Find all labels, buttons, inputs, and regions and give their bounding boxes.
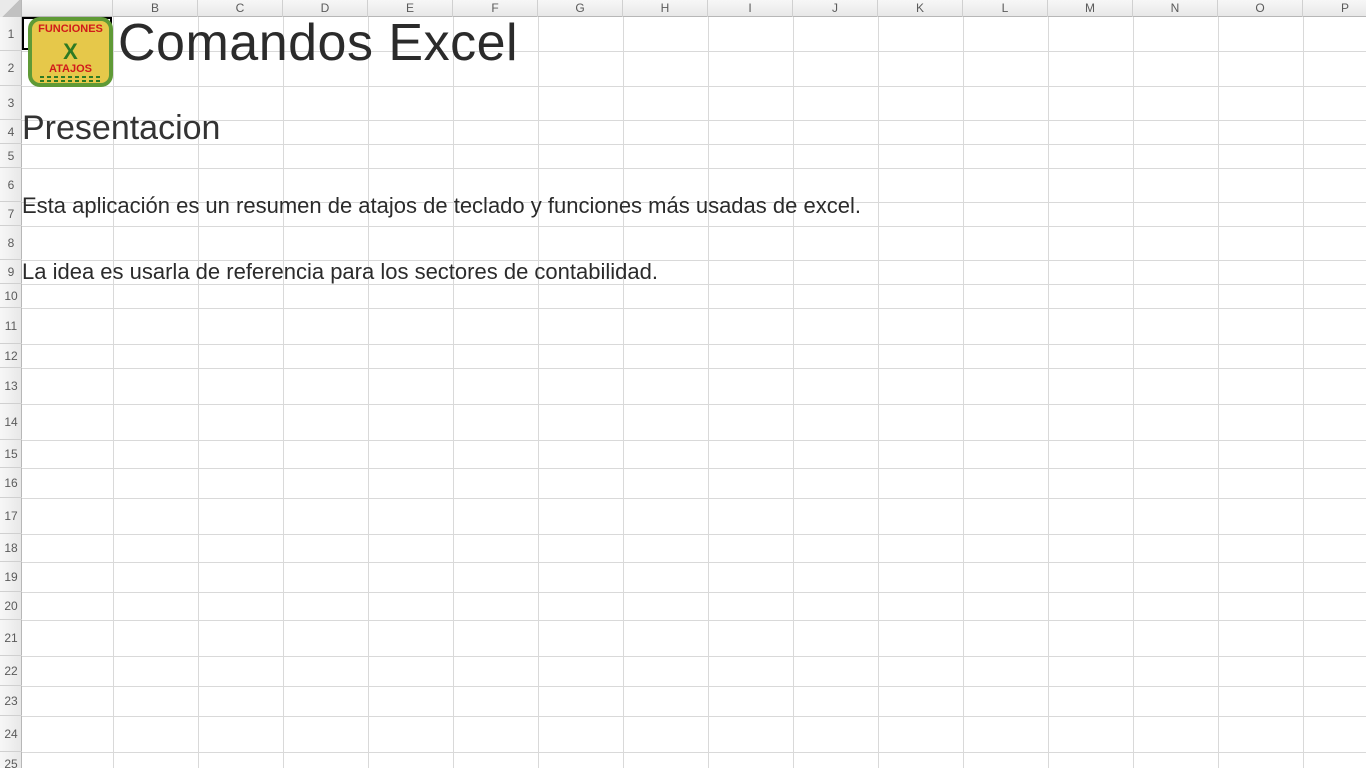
row-header-25[interactable]: 25 <box>0 752 22 768</box>
row-header-3[interactable]: 3 <box>0 86 22 120</box>
column-header-C[interactable]: C <box>198 0 283 17</box>
column-header-N[interactable]: N <box>1133 0 1218 17</box>
column-header-P[interactable]: P <box>1303 0 1366 17</box>
column-header-A[interactable] <box>22 0 113 17</box>
column-header-E[interactable]: E <box>368 0 453 17</box>
column-header-M[interactable]: M <box>1048 0 1133 17</box>
column-header-I[interactable]: I <box>708 0 793 17</box>
grid-vlines <box>22 17 1366 768</box>
app-logo: FUNCIONES X ATAJOS <box>28 17 113 87</box>
logo-top-label: FUNCIONES <box>38 23 103 35</box>
row-header-9[interactable]: 9 <box>0 260 22 284</box>
row-header-14[interactable]: 14 <box>0 404 22 440</box>
row-header-7[interactable]: 7 <box>0 202 22 226</box>
spreadsheet-window: BCDEFGHIJKLMNOP 123456789101112131415161… <box>0 0 1366 768</box>
row-header-column: 1234567891011121314151617181920212223242… <box>0 17 22 768</box>
row-header-16[interactable]: 16 <box>0 468 22 498</box>
row-header-2[interactable]: 2 <box>0 51 22 86</box>
column-header-B[interactable]: B <box>113 0 198 17</box>
row-header-21[interactable]: 21 <box>0 620 22 656</box>
row-header-23[interactable]: 23 <box>0 686 22 716</box>
column-header-H[interactable]: H <box>623 0 708 17</box>
row-header-12[interactable]: 12 <box>0 344 22 368</box>
logo-bottom-label: ATAJOS <box>49 63 92 75</box>
row-header-4[interactable]: 4 <box>0 120 22 144</box>
column-header-K[interactable]: K <box>878 0 963 17</box>
row-header-8[interactable]: 8 <box>0 226 22 260</box>
grid-hlines <box>22 17 1366 768</box>
column-header-G[interactable]: G <box>538 0 623 17</box>
column-header-row: BCDEFGHIJKLMNOP <box>0 0 1366 17</box>
row-header-13[interactable]: 13 <box>0 368 22 404</box>
column-header-J[interactable]: J <box>793 0 878 17</box>
column-header-D[interactable]: D <box>283 0 368 17</box>
column-header-F[interactable]: F <box>453 0 538 17</box>
row-header-20[interactable]: 20 <box>0 592 22 620</box>
column-header-L[interactable]: L <box>963 0 1048 17</box>
row-header-10[interactable]: 10 <box>0 284 22 308</box>
row-header-24[interactable]: 24 <box>0 716 22 752</box>
row-header-11[interactable]: 11 <box>0 308 22 344</box>
logo-x-mark: X <box>63 39 78 64</box>
row-header-1[interactable]: 1 <box>0 17 22 51</box>
row-header-6[interactable]: 6 <box>0 168 22 202</box>
row-header-17[interactable]: 17 <box>0 498 22 534</box>
cell-grid[interactable] <box>22 17 1366 768</box>
select-all-corner[interactable] <box>0 0 22 17</box>
row-header-18[interactable]: 18 <box>0 534 22 562</box>
row-header-19[interactable]: 19 <box>0 562 22 592</box>
row-header-22[interactable]: 22 <box>0 656 22 686</box>
row-header-5[interactable]: 5 <box>0 144 22 168</box>
column-header-O[interactable]: O <box>1218 0 1303 17</box>
row-header-15[interactable]: 15 <box>0 440 22 468</box>
